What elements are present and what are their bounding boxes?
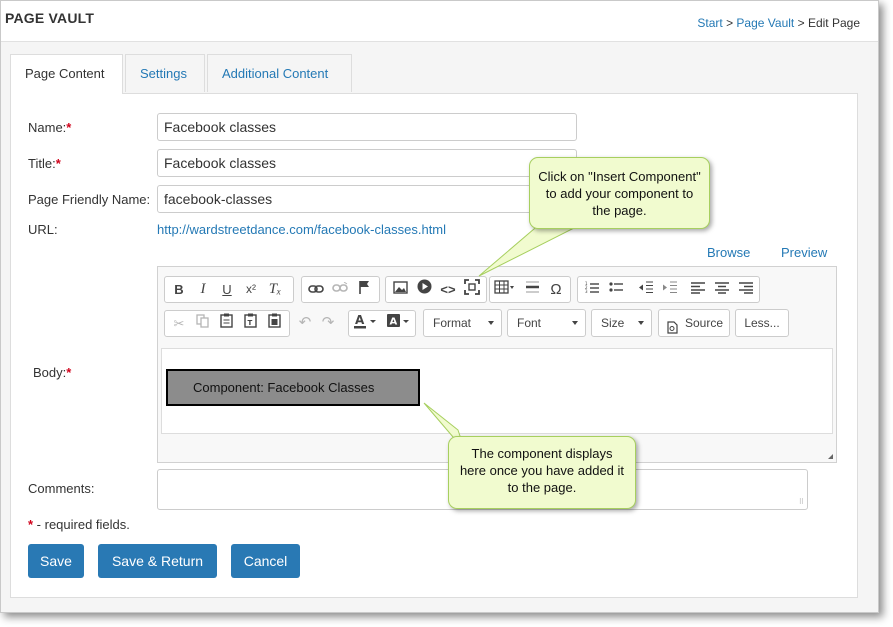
insert-component-callout: Click on "Insert Component" to add your … — [529, 157, 710, 229]
callout-pointers — [423, 216, 584, 452]
component-display-callout: The component displays here once you hav… — [448, 436, 636, 509]
tab-page-content[interactable]: Page Content — [10, 54, 123, 94]
